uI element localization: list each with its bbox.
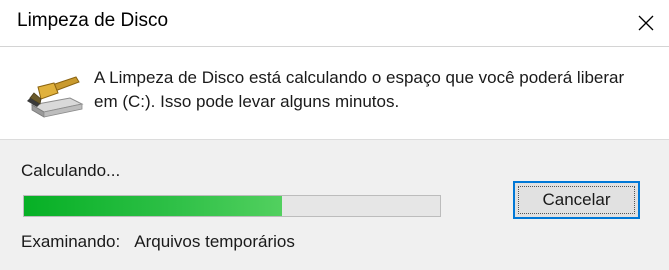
title-bar: Limpeza de Disco — [0, 0, 669, 46]
disk-cleanup-dialog: Limpeza de Disco A Limpeza de Disco está… — [0, 0, 669, 270]
scan-status: Examinando: Arquivos temporários — [21, 232, 295, 252]
cancel-button-label: Cancelar — [542, 190, 611, 209]
cancel-button[interactable]: Cancelar — [513, 181, 640, 219]
scan-value: Arquivos temporários — [134, 232, 295, 251]
disk-cleanup-icon — [27, 76, 84, 118]
info-message: A Limpeza de Disco está calculando o esp… — [94, 68, 625, 111]
scan-label: Examinando: — [21, 232, 121, 251]
progress-bar — [23, 195, 441, 217]
close-button[interactable] — [623, 0, 669, 46]
info-panel: A Limpeza de Disco está calculando o esp… — [0, 46, 669, 140]
progress-bar-fill — [24, 196, 282, 216]
window-title: Limpeza de Disco — [17, 10, 169, 31]
status-label: Calculando... — [21, 161, 121, 180]
close-icon — [638, 15, 654, 31]
